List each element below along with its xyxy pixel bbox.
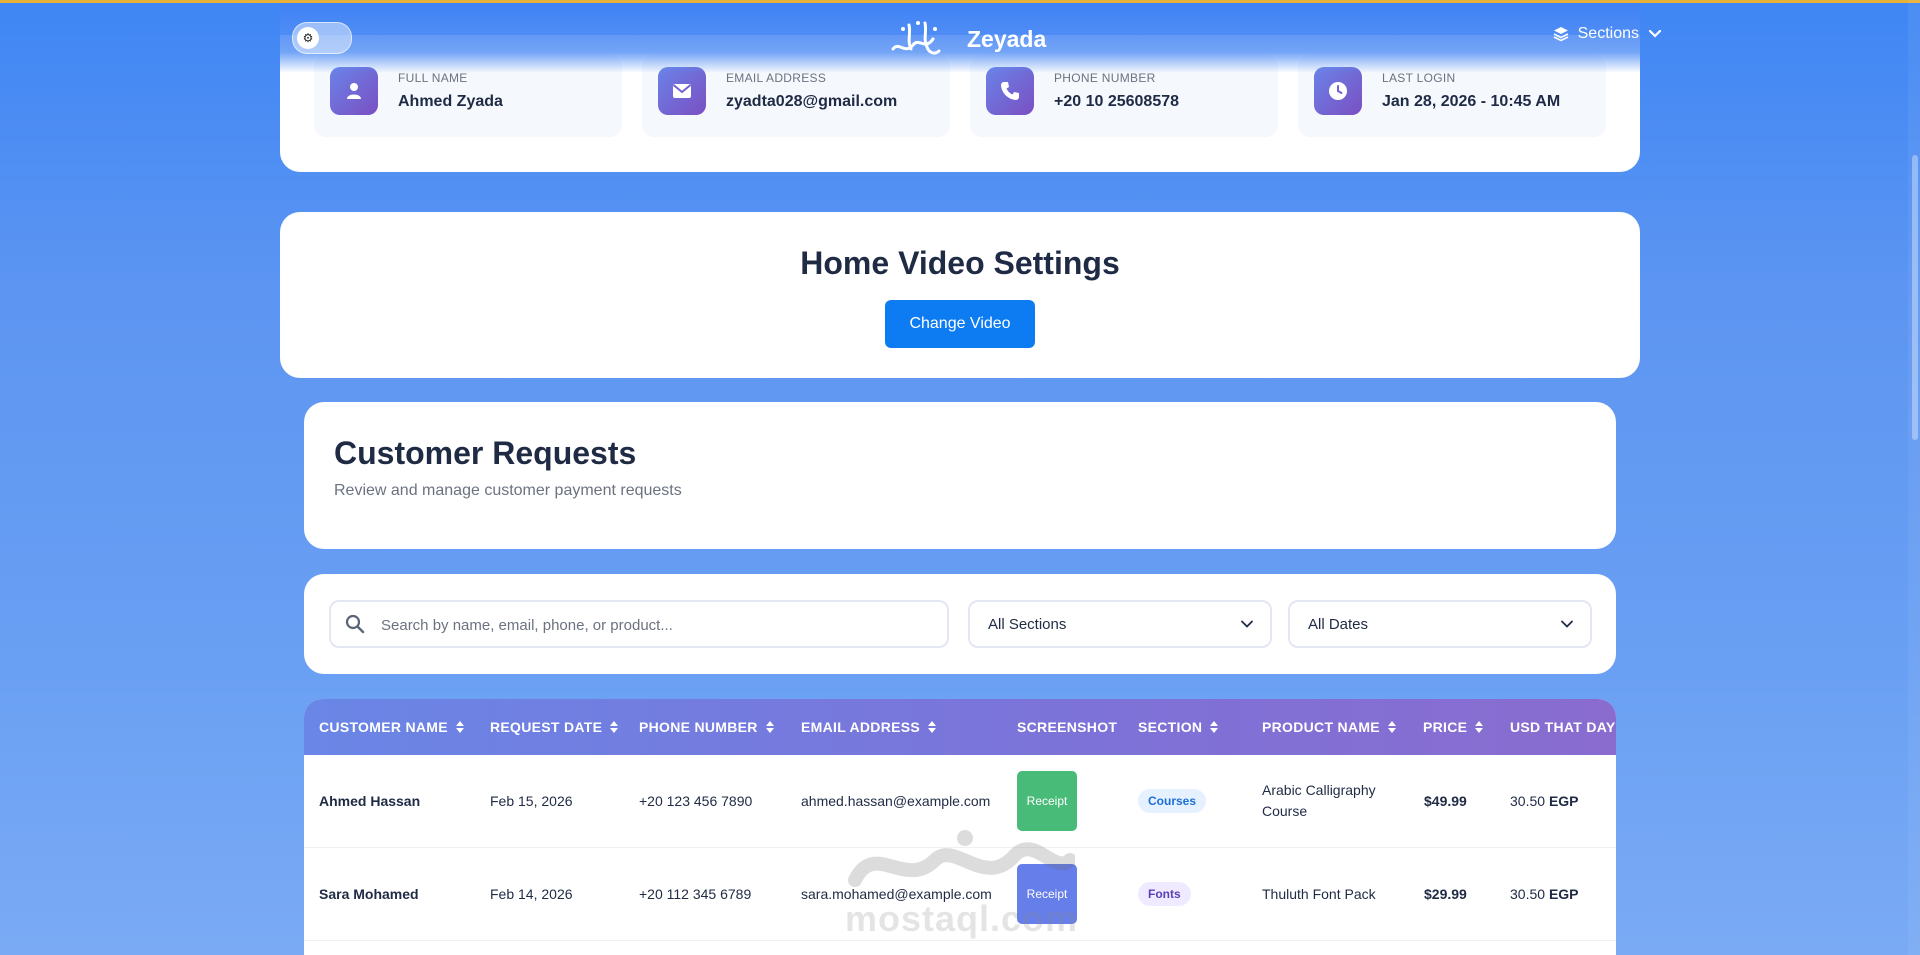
video-settings-title: Home Video Settings	[800, 245, 1120, 281]
scrollbar[interactable]	[1908, 0, 1920, 955]
profile-last-login-label: LAST LOGIN	[1382, 71, 1456, 85]
usd-currency: EGP	[1548, 886, 1579, 902]
date-filter-value: All Dates	[1308, 615, 1369, 633]
th-section[interactable]: SECTION	[1138, 699, 1219, 755]
search-input[interactable]	[379, 602, 943, 648]
table-header: CUSTOMER NAME REQUEST DATE PHONE NUMBER …	[304, 699, 1616, 755]
th-phone-number-label: PHONE NUMBER	[639, 719, 758, 735]
sections-dropdown-button[interactable]: Sections	[1553, 25, 1662, 43]
product-name-line-1: Arabic Calligraphy	[1262, 782, 1376, 798]
product-name-line-2: Course	[1262, 803, 1308, 819]
chevron-down-icon	[1648, 29, 1662, 38]
cell-usd-that-day: 30.50 EGP	[1510, 755, 1579, 847]
cell-product: Arabic Calligraphy Course	[1262, 755, 1402, 847]
cell-price: $49.99	[1424, 793, 1467, 809]
clock-icon	[1314, 67, 1362, 115]
user-icon	[330, 67, 378, 115]
cell-screenshot: Receipt	[1017, 848, 1077, 940]
brand-name: Zeyada	[967, 25, 1047, 52]
cell-section: Courses	[1138, 755, 1207, 847]
customer-requests-title: Customer Requests	[334, 435, 637, 471]
th-screenshot-label: SCREENSHOT	[1017, 719, 1118, 735]
th-product-name-label: PRODUCT NAME	[1262, 719, 1380, 735]
section-badge: Fonts	[1138, 882, 1191, 906]
cell-phone: +20 112 345 6789	[639, 886, 752, 902]
sort-icon	[455, 721, 464, 733]
top-navbar: ⚙ Zeyada Sections	[280, 3, 1662, 73]
sort-icon	[765, 721, 774, 733]
section-filter-value: All Sections	[988, 615, 1067, 633]
th-customer-name-label: CUSTOMER NAME	[319, 719, 448, 735]
sort-icon	[1475, 721, 1484, 733]
chevron-down-icon	[1241, 620, 1253, 628]
section-badge: Courses	[1138, 789, 1207, 813]
cell-screenshot: Receipt	[1017, 755, 1077, 847]
search-box[interactable]	[329, 600, 949, 648]
sections-label: Sections	[1577, 25, 1639, 42]
th-email-address-label: EMAIL ADDRESS	[801, 719, 921, 735]
customer-requests-subtitle: Review and manage customer payment reque…	[334, 482, 682, 499]
phone-icon	[986, 67, 1034, 115]
th-request-date[interactable]: REQUEST DATE	[490, 699, 619, 755]
theme-toggle[interactable]: ⚙	[292, 22, 352, 54]
search-icon	[345, 614, 365, 634]
th-request-date-label: REQUEST DATE	[490, 719, 603, 735]
cell-usd-that-day: 30.50 EGP	[1510, 848, 1579, 940]
receipt-thumbnail-button[interactable]: Receipt	[1017, 771, 1077, 831]
receipt-thumbnail-button[interactable]: Receipt	[1017, 864, 1077, 924]
home-video-settings-card: Home Video Settings Change Video	[280, 212, 1640, 378]
th-customer-name[interactable]: CUSTOMER NAME	[319, 699, 464, 755]
th-email-address[interactable]: EMAIL ADDRESS	[801, 699, 937, 755]
change-video-button[interactable]: Change Video	[885, 300, 1035, 348]
sort-icon	[610, 721, 619, 733]
cell-email: sara.mohamed@example.com	[801, 886, 992, 902]
profile-last-login-value: Jan 28, 2026 - 10:45 AM	[1382, 93, 1561, 110]
th-product-name[interactable]: PRODUCT NAME	[1262, 699, 1396, 755]
profile-full-name-label: FULL NAME	[398, 71, 468, 85]
scrollbar-thumb[interactable]	[1912, 155, 1918, 440]
section-filter-select[interactable]: All Sections	[968, 600, 1272, 648]
sort-icon	[1387, 721, 1396, 733]
customer-requests-card: Customer Requests Review and manage cust…	[304, 402, 1616, 549]
table-row[interactable]: Ahmed Hassan Feb 15, 2026 +20 123 456 78…	[304, 755, 1616, 848]
usd-currency: EGP	[1548, 793, 1579, 809]
cell-customer-name: Ahmed Hassan	[319, 793, 421, 809]
layers-icon	[1553, 27, 1568, 42]
th-usd-that-day[interactable]: USD THAT DAY	[1510, 699, 1616, 755]
usd-value: 30.50	[1510, 793, 1546, 809]
cell-request-date: Feb 15, 2026	[490, 793, 573, 809]
th-price-label: PRICE	[1423, 719, 1468, 735]
cell-section: Fonts	[1138, 848, 1191, 940]
date-filter-select[interactable]: All Dates	[1288, 600, 1592, 648]
th-phone-number[interactable]: PHONE NUMBER	[639, 699, 774, 755]
envelope-icon	[658, 67, 706, 115]
chevron-down-icon	[1561, 620, 1573, 628]
cell-email: ahmed.hassan@example.com	[801, 793, 991, 809]
cell-phone: +20 123 456 7890	[639, 793, 753, 809]
calligraphy-logo-icon	[891, 21, 941, 55]
profile-email-label: EMAIL ADDRESS	[726, 71, 827, 85]
sun-icon: ⚙	[297, 27, 319, 49]
cell-price: $29.99	[1424, 886, 1467, 902]
cell-customer-name: Sara Mohamed	[319, 886, 419, 902]
filters-card: All Sections All Dates	[304, 574, 1616, 674]
requests-table: CUSTOMER NAME REQUEST DATE PHONE NUMBER …	[304, 699, 1616, 955]
sort-icon	[928, 721, 937, 733]
th-screenshot: SCREENSHOT	[1017, 699, 1117, 755]
cell-request-date: Feb 14, 2026	[490, 886, 573, 902]
product-name-line-1: Thuluth Font Pack	[1262, 885, 1376, 902]
th-usd-that-day-label: USD THAT DAY	[1510, 719, 1616, 735]
sort-icon	[1210, 721, 1219, 733]
brand[interactable]: Zeyada	[885, 15, 1046, 63]
th-price[interactable]: PRICE	[1423, 699, 1484, 755]
profile-phone-value: +20 10 25608578	[1054, 93, 1180, 110]
usd-value: 30.50	[1510, 886, 1546, 902]
profile-phone-label: PHONE NUMBER	[1054, 71, 1156, 85]
table-row[interactable]: Sara Mohamed Feb 14, 2026 +20 112 345 67…	[304, 848, 1616, 941]
profile-full-name-value: Ahmed Zyada	[398, 93, 503, 110]
th-section-label: SECTION	[1138, 719, 1203, 735]
cell-product: Thuluth Font Pack	[1262, 848, 1402, 940]
profile-email-value: zyadta028@gmail.com	[726, 93, 898, 110]
